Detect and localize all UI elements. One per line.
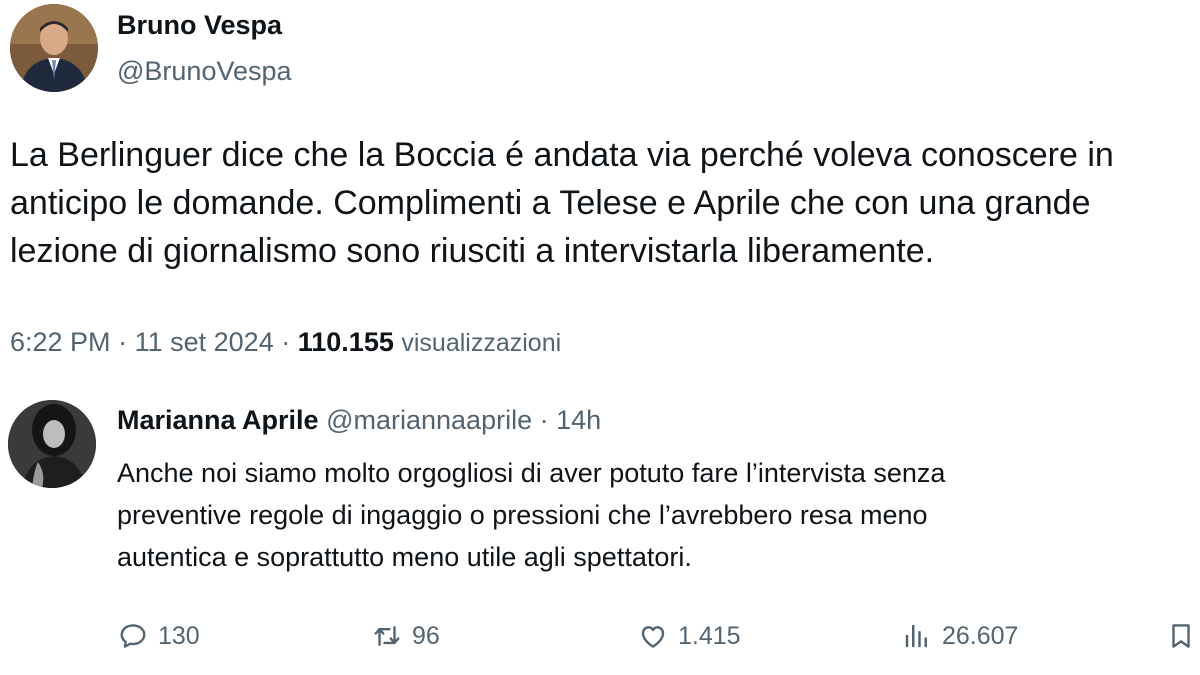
reply-text: Anche noi siamo molto orgogliosi di aver… [117, 452, 1200, 578]
views-count: 110.155 [297, 327, 394, 357]
heart-icon [641, 626, 665, 648]
reply-text-line: autentica e soprattutto meno utile agli … [117, 542, 692, 572]
reply-text-line: Anche noi siamo molto orgogliosi di aver… [117, 458, 946, 488]
repost-arrows-icon [374, 626, 400, 646]
reply-count: 130 [158, 621, 200, 650]
reply-header: Marianna Aprile @mariannaaprile · 14h [117, 405, 601, 436]
tweet-text-line: lezione di giornalismo sono riusciti a i… [10, 232, 935, 270]
author-handle[interactable]: @BrunoVespa [117, 56, 292, 87]
views-count-reply: 26.607 [942, 621, 1019, 650]
tweet-meta: 6:22 PM · 11 set 2024 · 110.155 visualiz… [10, 327, 561, 358]
views-label: visualizzazioni [401, 329, 562, 357]
tweet-text: La Berlinguer dice che la Boccia é andat… [10, 131, 1200, 275]
reply-author-avatar[interactable] [8, 400, 96, 488]
reply-separator: · [539, 405, 549, 435]
meta-separator: · [118, 327, 128, 357]
bookmark-button[interactable] [1166, 614, 1196, 658]
like-button[interactable]: 1.415 [638, 614, 741, 658]
reply-text-line: preventive regole di ingaggio o pression… [117, 500, 928, 530]
repost-count: 96 [412, 621, 440, 650]
tweet-text-line: La Berlinguer dice che la Boccia é andat… [10, 136, 1114, 174]
reply-time[interactable]: 14h [556, 405, 601, 435]
speech-bubble-icon [120, 624, 146, 648]
tweet-date[interactable]: 11 set 2024 [135, 327, 274, 357]
like-count: 1.415 [678, 621, 741, 650]
meta-separator: · [281, 327, 291, 357]
reply-author-handle[interactable]: @mariannaaprile [326, 405, 532, 435]
reply-button[interactable]: 130 [118, 614, 200, 658]
reply-action-bar: 130 96 1.415 26.607 [0, 614, 1200, 658]
reply-avatar-image [8, 400, 96, 488]
views-button[interactable]: 26.607 [902, 614, 1018, 658]
bookmark-icon [1172, 624, 1190, 648]
repost-button[interactable]: 96 [372, 614, 440, 658]
reply-author-name[interactable]: Marianna Aprile [117, 405, 319, 435]
tweet-time[interactable]: 6:22 PM [10, 327, 111, 357]
author-avatar[interactable] [10, 4, 98, 92]
author-name[interactable]: Bruno Vespa [117, 10, 282, 41]
tweet-text-line: anticipo le domande. Complimenti a Teles… [10, 184, 1091, 222]
bar-chart-icon [905, 624, 927, 648]
author-avatar-image [10, 4, 98, 92]
